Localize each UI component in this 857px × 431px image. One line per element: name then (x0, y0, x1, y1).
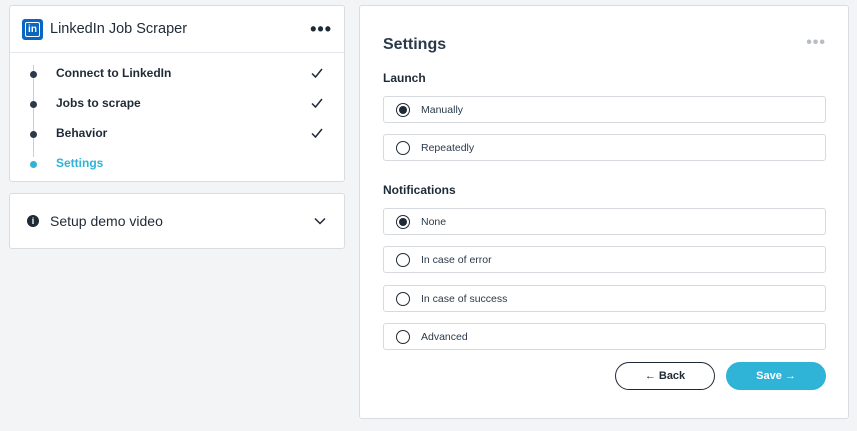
step-behavior[interactable]: Behavior (10, 118, 344, 148)
radio-unchecked-icon[interactable] (396, 291, 410, 306)
steps-header: in LinkedIn Job Scraper ••• (10, 6, 344, 53)
radio-unchecked-icon[interactable] (396, 140, 410, 155)
more-options-icon[interactable]: ••• (310, 20, 332, 38)
linkedin-logo-icon: in (22, 18, 43, 40)
launch-label: Launch (383, 71, 426, 85)
step-label: Jobs to scrape (56, 96, 141, 110)
option-label: In case of error (421, 253, 492, 266)
step-dot (30, 131, 37, 138)
notifications-label: Notifications (383, 183, 456, 197)
radio-checked-icon[interactable] (396, 214, 410, 229)
step-dot (30, 101, 37, 108)
app-title: LinkedIn Job Scraper (50, 21, 188, 37)
check-icon (311, 68, 323, 79)
notification-option-advanced[interactable]: Advanced (383, 323, 826, 350)
step-label: Connect to LinkedIn (56, 66, 172, 80)
back-button[interactable]: ← Back (615, 362, 715, 390)
notification-option-none[interactable]: None (383, 208, 826, 235)
check-icon (311, 128, 323, 139)
chevron-down-icon (314, 217, 326, 225)
demo-label: Setup demo video (50, 213, 163, 229)
radio-checked-icon[interactable] (396, 102, 410, 117)
step-dot (30, 161, 37, 168)
notification-option-success[interactable]: In case of success (383, 285, 826, 312)
notification-option-error[interactable]: In case of error (383, 246, 826, 273)
option-label: Advanced (421, 330, 468, 343)
option-label: In case of success (421, 292, 508, 305)
setup-demo-video-toggle[interactable]: i Setup demo video (9, 193, 345, 249)
info-icon: i (27, 215, 39, 227)
linkedin-logo-text: in (25, 21, 40, 37)
launch-option-manually[interactable]: Manually (383, 96, 826, 123)
step-label: Settings (56, 156, 104, 170)
step-dot (30, 71, 37, 78)
check-icon (311, 98, 323, 109)
step-connect-to-linkedin[interactable]: Connect to LinkedIn (10, 58, 344, 88)
steps-card: in LinkedIn Job Scraper ••• Connect to L… (9, 5, 345, 182)
settings-title: Settings (383, 36, 447, 53)
settings-card: Settings ••• Launch Manually Repeatedly … (359, 5, 849, 419)
option-label: Repeatedly (421, 141, 475, 154)
launch-option-repeatedly[interactable]: Repeatedly (383, 134, 826, 161)
radio-unchecked-icon[interactable] (396, 252, 410, 267)
option-label: None (421, 215, 447, 228)
step-settings[interactable]: Settings (10, 148, 344, 178)
save-button[interactable]: Save → (726, 362, 826, 390)
step-jobs-to-scrape[interactable]: Jobs to scrape (10, 88, 344, 118)
option-label: Manually (421, 103, 464, 116)
step-label: Behavior (56, 126, 108, 140)
radio-unchecked-icon[interactable] (396, 329, 410, 344)
steps-list: Connect to LinkedIn Jobs to scrape Behav… (10, 53, 344, 178)
settings-more-icon[interactable]: ••• (806, 34, 826, 52)
